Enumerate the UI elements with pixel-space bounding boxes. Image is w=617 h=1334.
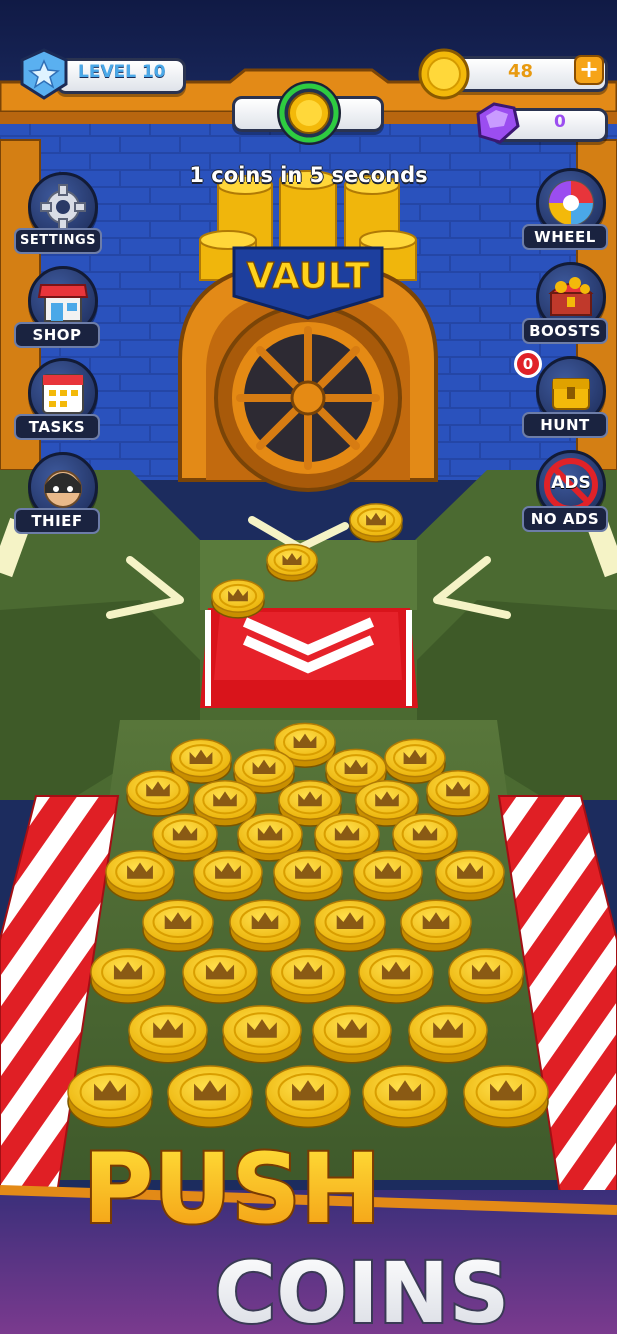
coin: [426, 770, 490, 817]
no-ads-inner-label: ADS: [551, 473, 591, 493]
shop-button[interactable]: SHOP: [14, 266, 102, 352]
thief-label: THIEF: [14, 508, 100, 534]
hunt-badge: 0: [514, 350, 542, 378]
coin-counter: 48 +: [418, 48, 608, 100]
coin: [222, 1005, 302, 1064]
coin: [167, 1065, 253, 1129]
vault-title: VAULT: [247, 256, 370, 297]
coin: [265, 1065, 351, 1129]
coin: [128, 1005, 208, 1064]
coin-timer: [232, 80, 384, 150]
coin: [435, 850, 505, 902]
hunt-label: HUNT: [522, 412, 608, 438]
coin: [229, 899, 301, 953]
coin: [349, 503, 403, 543]
purple-gem-icon: [476, 102, 520, 144]
banner-push: PUSH: [83, 1133, 381, 1245]
coin: [353, 850, 423, 902]
gem-counter: 0: [470, 100, 610, 148]
coin: [67, 1065, 153, 1129]
coin: [314, 899, 386, 953]
coin: [193, 850, 263, 902]
coin: [463, 1065, 549, 1129]
add-coins-button[interactable]: +: [574, 55, 604, 85]
coin: [126, 770, 190, 817]
wheel-button[interactable]: WHEEL: [522, 168, 610, 254]
thief-button[interactable]: THIEF: [14, 452, 102, 538]
boosts-label: BOOSTS: [522, 318, 608, 344]
gold-coin-icon: [418, 48, 470, 100]
no-ads-button[interactable]: ADS NO ADS: [522, 450, 610, 536]
coin: [358, 948, 434, 1004]
timer-coin-icon: [277, 81, 341, 145]
tasks-button[interactable]: TASKS: [14, 358, 102, 444]
coin: [400, 899, 472, 953]
hunt-badge-count: 0: [522, 355, 534, 373]
coin: [312, 1005, 392, 1064]
tasks-label: TASKS: [14, 414, 100, 440]
wheel-label: WHEEL: [522, 224, 608, 250]
plus-icon: +: [578, 55, 600, 83]
shop-label: SHOP: [14, 322, 100, 348]
pusher-ramp: [200, 608, 418, 708]
star-shield-icon: [20, 48, 68, 100]
coin: [266, 543, 318, 582]
coin: [448, 948, 524, 1004]
coin: [142, 899, 214, 953]
hunt-button[interactable]: 0 HUNT: [514, 350, 610, 442]
settings-label: SETTINGS: [14, 228, 103, 254]
coin: [105, 850, 175, 902]
level-badge[interactable]: LEVEL 10: [18, 48, 188, 100]
boosts-button[interactable]: BOOSTS: [522, 262, 610, 348]
gem-count: 0: [554, 112, 566, 132]
coin-count: 48: [508, 61, 534, 82]
no-ads-label: NO ADS: [522, 506, 608, 532]
coin: [273, 850, 343, 902]
settings-button[interactable]: SETTINGS: [14, 172, 103, 258]
coin: [408, 1005, 488, 1064]
coin: [362, 1065, 448, 1129]
banner-coins: COINS: [214, 1244, 509, 1334]
coin: [182, 948, 258, 1004]
coin: [152, 813, 218, 862]
coin: [270, 948, 346, 1004]
coin: [90, 948, 166, 1004]
coin: [211, 579, 265, 619]
level-label: LEVEL 10: [78, 62, 166, 82]
